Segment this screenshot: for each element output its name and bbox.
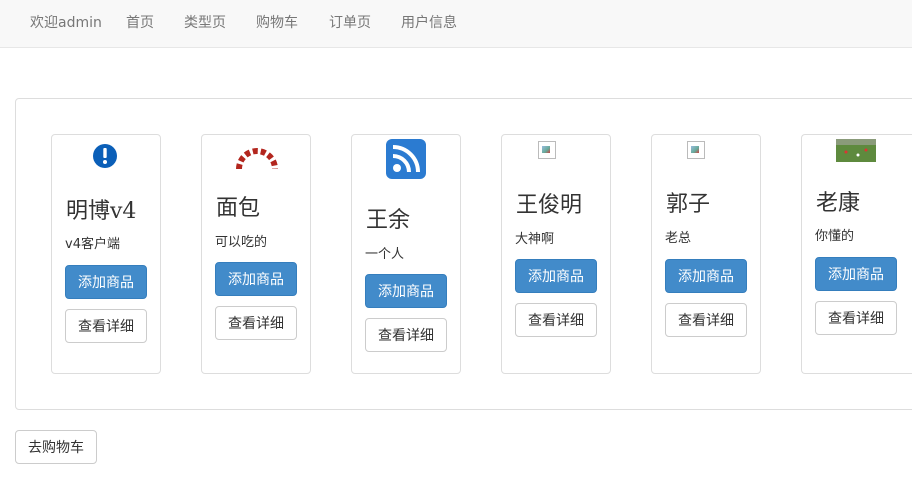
broken-image-icon: [687, 141, 705, 159]
nav-cart-link[interactable]: 购物车: [256, 14, 298, 32]
product-title: 明博v4: [66, 199, 137, 224]
view-detail-button[interactable]: 查看详细: [815, 301, 897, 335]
add-product-button[interactable]: 添加商品: [665, 259, 747, 293]
go-to-cart-button[interactable]: 去购物车: [15, 430, 97, 464]
product-card: 老康 你懂的 添加商品 查看详细: [801, 134, 912, 374]
nav-welcome-user[interactable]: 欢迎admin: [30, 14, 102, 32]
view-detail-button[interactable]: 查看详细: [515, 303, 597, 337]
product-card: 面包 可以吃的 添加商品 查看详细: [201, 134, 311, 374]
arch-logo-icon: [236, 139, 278, 173]
view-detail-button[interactable]: 查看详细: [215, 306, 297, 340]
broken-image-icon: [538, 141, 556, 159]
nav-home-link[interactable]: 首页: [126, 14, 154, 32]
product-description: 一个人: [365, 247, 405, 262]
add-product-button[interactable]: 添加商品: [815, 257, 897, 291]
product-description: v4客户端: [65, 237, 120, 252]
view-detail-button[interactable]: 查看详细: [65, 309, 147, 343]
product-description: 老总: [665, 231, 692, 246]
field-photo-icon: [836, 139, 876, 166]
product-title: 面包: [216, 196, 261, 221]
nav-category-link[interactable]: 类型页: [184, 14, 226, 32]
product-title: 王余: [366, 208, 411, 233]
product-description: 大神啊: [515, 232, 555, 247]
add-product-button[interactable]: 添加商品: [215, 262, 297, 296]
product-title: 老康: [816, 191, 861, 216]
nav-orders-link[interactable]: 订单页: [329, 14, 371, 32]
add-product-button[interactable]: 添加商品: [65, 265, 147, 299]
product-title: 王俊明: [516, 193, 583, 218]
product-card: 郭子 老总 添加商品 查看详细: [651, 134, 761, 374]
product-card: 王余 一个人 添加商品 查看详细: [351, 134, 461, 374]
nav-user-info-link[interactable]: 用户信息: [401, 14, 457, 32]
product-card: 王俊明 大神啊 添加商品 查看详细: [501, 134, 611, 374]
rss-feed-icon: [386, 139, 426, 183]
alert-circle-icon: [92, 143, 118, 173]
product-description: 你懂的: [815, 229, 855, 244]
add-product-button[interactable]: 添加商品: [365, 274, 447, 308]
product-description: 可以吃的: [215, 235, 268, 250]
product-title: 郭子: [666, 192, 711, 217]
top-navbar: 欢迎admin 首页 类型页 购物车 订单页 用户信息: [0, 0, 912, 48]
product-card: 明博v4 v4客户端 添加商品 查看详细: [51, 134, 161, 374]
view-detail-button[interactable]: 查看详细: [665, 303, 747, 337]
add-product-button[interactable]: 添加商品: [515, 259, 597, 293]
view-detail-button[interactable]: 查看详细: [365, 318, 447, 352]
